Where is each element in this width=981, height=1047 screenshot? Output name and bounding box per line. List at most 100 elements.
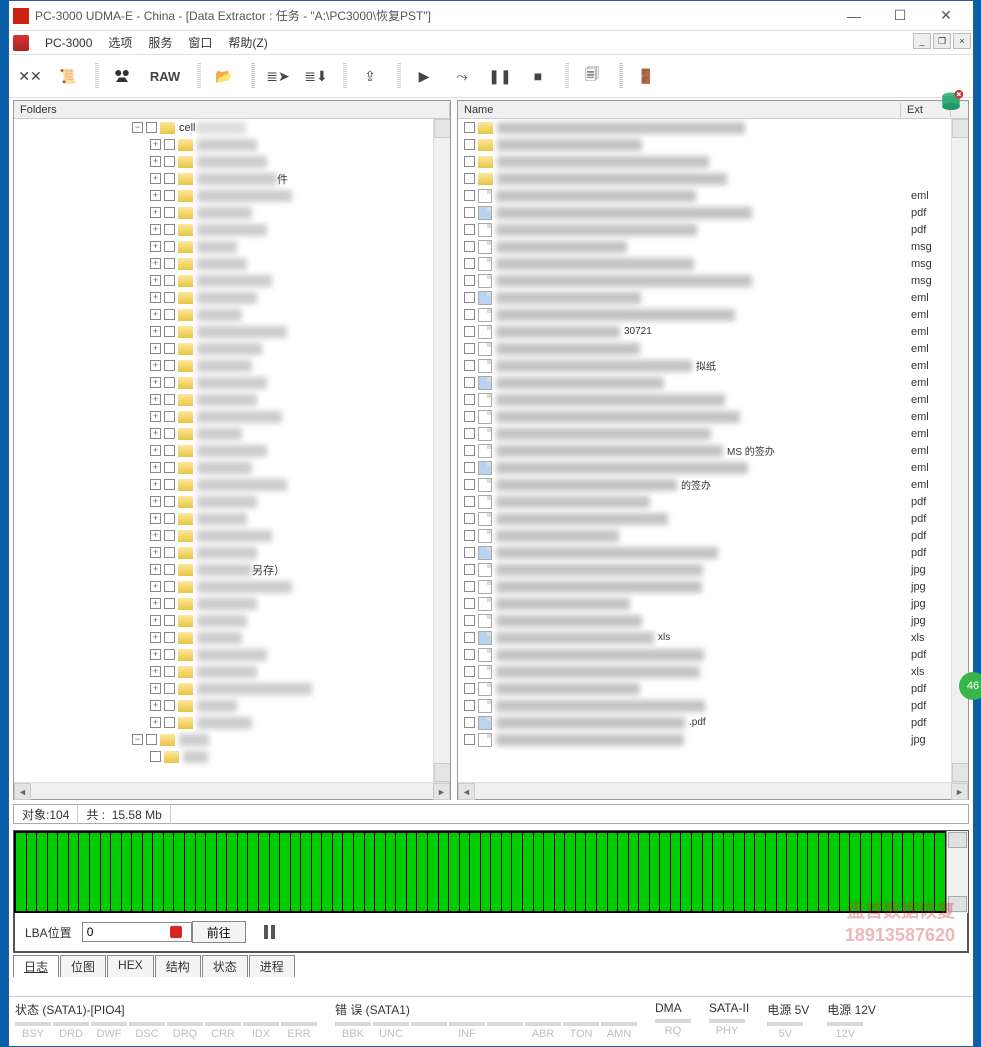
status-led: PHY — [709, 1019, 745, 1037]
file-row[interactable]: jpg — [458, 731, 951, 748]
file-row[interactable]: eml — [458, 340, 951, 357]
file-row[interactable]: pdf — [458, 221, 951, 238]
tool-raw-button[interactable]: RAW — [142, 59, 188, 93]
tool-list1-icon[interactable]: ≣➤ — [260, 59, 296, 93]
status-led: INF — [449, 1022, 485, 1040]
col-name[interactable]: Name — [458, 103, 901, 117]
bottom-tabs: 日志 位图 HEX 结构 状态 进程 — [13, 955, 969, 977]
file-row[interactable]: msg — [458, 255, 951, 272]
file-row[interactable]: jpg — [458, 578, 951, 595]
file-row[interactable] — [458, 136, 951, 153]
tool-exit-icon[interactable]: 🚪 — [628, 59, 664, 93]
menu-help[interactable]: 帮助(Z) — [220, 32, 275, 53]
sector-map-grid[interactable] — [14, 831, 946, 913]
title-bar: PC-3000 UDMA-E - China - [Data Extractor… — [9, 1, 973, 31]
window-minimize[interactable]: — — [831, 1, 877, 31]
app-icon — [13, 8, 29, 24]
window-maximize[interactable]: ☐ — [877, 1, 923, 31]
tab-struct[interactable]: 结构 — [155, 955, 201, 977]
lba-go-button[interactable]: 前往 — [192, 921, 246, 943]
file-row[interactable]: jpg — [458, 561, 951, 578]
file-row[interactable]: pdf — [458, 493, 951, 510]
tool-export-icon[interactable]: ⇪ — [352, 59, 388, 93]
file-row[interactable]: 拟纸eml — [458, 357, 951, 374]
menu-services[interactable]: 服务 — [140, 32, 180, 53]
file-row[interactable]: pdf — [458, 510, 951, 527]
status-led: ABR — [525, 1022, 561, 1040]
status-led: IDX — [243, 1022, 279, 1040]
tool-pause-icon[interactable]: ❚❚ — [482, 59, 518, 93]
tool-play-icon[interactable]: ▶ — [406, 59, 442, 93]
file-row[interactable]: 的签办eml — [458, 476, 951, 493]
tab-log[interactable]: 日志 — [13, 955, 59, 977]
lba-label: LBA位置 — [25, 924, 72, 941]
toolbar-area: ✕✕ 📜 RAW 📂 ≣➤ ≣⬇ ⇪ ▶ ⤳ ❚❚ ■ 🗐 🚪 — [9, 55, 973, 98]
tool-copy-icon[interactable]: 🗐 — [574, 59, 610, 93]
tree-scrollbar-v[interactable] — [433, 119, 450, 782]
record-marker-icon — [170, 926, 182, 938]
folder-tree[interactable]: −cell+++件+++++++++++++++++++++++另存）+++++… — [14, 119, 433, 782]
mdi-close[interactable]: × — [953, 33, 971, 49]
map-scrollbar[interactable] — [946, 831, 968, 913]
file-row[interactable] — [458, 119, 951, 136]
file-row[interactable]: MS 的签办eml — [458, 442, 951, 459]
file-row[interactable]: eml — [458, 391, 951, 408]
file-list[interactable]: emlpdfpdfmsgmsgmsgemleml30721emleml拟纸eml… — [458, 119, 951, 782]
tool-open-icon[interactable]: 📂 — [206, 59, 242, 93]
tool-stop-icon[interactable]: ■ — [520, 59, 556, 93]
file-row[interactable] — [458, 170, 951, 187]
tab-bitmap[interactable]: 位图 — [60, 955, 106, 977]
folder-tree-pane: Folders −cell+++件+++++++++++++++++++++++… — [13, 100, 451, 800]
file-row[interactable]: xlsxls — [458, 629, 951, 646]
file-row[interactable]: eml — [458, 374, 951, 391]
file-row[interactable]: eml — [458, 289, 951, 306]
file-row[interactable]: eml — [458, 425, 951, 442]
mdi-restore[interactable]: ❐ — [933, 33, 951, 49]
status-led: 5V — [767, 1022, 803, 1040]
window-title: PC-3000 UDMA-E - China - [Data Extractor… — [35, 7, 831, 24]
file-row[interactable]: 30721eml — [458, 323, 951, 340]
file-row[interactable]: eml — [458, 187, 951, 204]
window-close[interactable]: ✕ — [923, 1, 969, 31]
lba-pause-icon[interactable] — [264, 925, 275, 939]
tab-process[interactable]: 进程 — [249, 955, 295, 977]
file-row[interactable]: xls — [458, 663, 951, 680]
file-row[interactable]: msg — [458, 238, 951, 255]
tool-step-icon[interactable]: ⤳ — [444, 59, 480, 93]
file-row[interactable]: pdf — [458, 204, 951, 221]
status-led: UNC — [373, 1022, 409, 1040]
tab-status[interactable]: 状态 — [202, 955, 248, 977]
file-row[interactable]: pdf — [458, 646, 951, 663]
status-led: DRQ — [167, 1022, 203, 1040]
tool-search-icon[interactable] — [104, 59, 140, 93]
file-row[interactable]: pdf — [458, 544, 951, 561]
mdi-minimize[interactable]: _ — [913, 33, 931, 49]
tree-scrollbar-h[interactable]: ◄► — [14, 782, 450, 799]
tab-hex[interactable]: HEX — [107, 955, 154, 977]
file-row[interactable]: pdf — [458, 527, 951, 544]
file-row[interactable]: eml — [458, 306, 951, 323]
app-menu-icon — [13, 35, 29, 51]
tool-settings-icon[interactable]: ✕✕ — [12, 59, 48, 93]
file-scrollbar-h[interactable]: ◄► — [458, 782, 968, 799]
tool-script-icon[interactable]: 📜 — [50, 59, 86, 93]
file-row[interactable]: .pdfpdf — [458, 714, 951, 731]
status-led: AMN — [601, 1022, 637, 1040]
file-row[interactable]: pdf — [458, 697, 951, 714]
menu-bar: PC-3000 选项 服务 窗口 帮助(Z) _ ❐ × — [9, 31, 973, 55]
file-row[interactable] — [458, 153, 951, 170]
tool-list2-icon[interactable]: ≣⬇ — [298, 59, 334, 93]
file-row[interactable]: jpg — [458, 595, 951, 612]
file-row[interactable]: pdf — [458, 680, 951, 697]
database-icon[interactable] — [937, 89, 965, 117]
status-led: CRR — [205, 1022, 241, 1040]
file-row[interactable]: jpg — [458, 612, 951, 629]
group-pw12: 电源 12V 12V — [827, 1001, 876, 1040]
file-row[interactable]: msg — [458, 272, 951, 289]
file-row[interactable]: eml — [458, 408, 951, 425]
menu-window[interactable]: 窗口 — [180, 32, 220, 53]
menu-app[interactable]: PC-3000 — [37, 34, 100, 52]
menu-options[interactable]: 选项 — [100, 32, 140, 53]
side-badge[interactable]: 46 — [959, 672, 981, 700]
file-row[interactable]: eml — [458, 459, 951, 476]
